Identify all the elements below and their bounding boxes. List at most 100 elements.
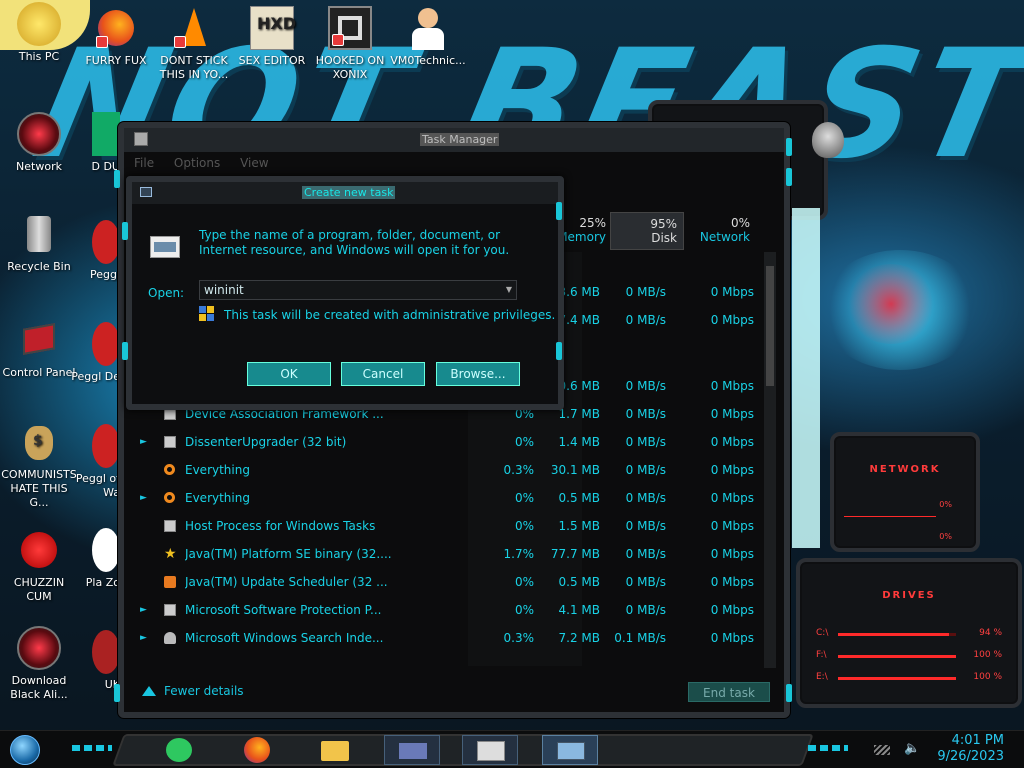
desktop-icon-partial-d[interactable]: D DU — [70, 112, 120, 174]
taskbar-run-dialog[interactable] — [542, 735, 598, 765]
drive-usage-bar — [838, 655, 956, 658]
row-network: 0 Mbps — [710, 631, 754, 645]
taskbar-window-1[interactable] — [384, 735, 440, 765]
expand-arrow-icon[interactable]: ► — [140, 596, 147, 624]
desktop-icon-partial-peggle-3[interactable]: Peggl of Wa — [70, 424, 120, 500]
search-indexer-icon — [164, 632, 176, 644]
process-list-scrollbar[interactable] — [764, 252, 776, 668]
desktop-icon-download-black[interactable]: Download Black Ali... — [1, 626, 77, 702]
partial-app-icon — [92, 112, 120, 156]
network-graph-line — [844, 516, 936, 517]
desktop-icon-partial-plants[interactable]: Pla Zo — [70, 528, 120, 590]
table-row[interactable]: ★ Java(TM) Platform SE binary (32.... 1.… — [134, 540, 770, 568]
row-name: Microsoft Windows Search Inde... — [185, 631, 384, 645]
menu-options[interactable]: Options — [174, 156, 220, 170]
drive-letter: F:\ — [816, 650, 827, 660]
frame-accent — [556, 202, 562, 220]
table-row[interactable]: ► Microsoft Windows Search Inde... 0.3% … — [134, 624, 770, 652]
desktop-icon-sex-editor[interactable]: HXD SEX EDITOR — [234, 6, 310, 68]
table-row[interactable]: Everything 0.3% 30.1 MB 0 MB/s 0 Mbps — [134, 456, 770, 484]
column-header-network[interactable]: 0% Network — [686, 212, 756, 244]
row-memory: 4.1 MB — [558, 603, 600, 617]
table-row[interactable]: ► Everything 0% 0.5 MB 0 MB/s 0 Mbps — [134, 484, 770, 512]
desktop-icon-communists[interactable]: $ COMMUNISTS HATE THIS G... — [1, 420, 77, 510]
expand-arrow-icon[interactable]: ► — [140, 484, 147, 512]
desktop-icon-this-pc[interactable]: This PC — [1, 2, 77, 64]
expand-arrow-icon[interactable]: ► — [140, 428, 147, 456]
this-pc-icon — [17, 2, 61, 46]
row-network: 0 Mbps — [710, 379, 754, 393]
column-header-disk[interactable]: 95% Disk — [610, 212, 684, 250]
desktop-icon-label: VM0Technic... — [390, 54, 466, 67]
run-window-icon — [557, 742, 585, 760]
row-cpu: 0.3% — [503, 463, 535, 477]
row-disk: 0 MB/s — [625, 285, 666, 299]
firefox-icon — [94, 6, 138, 50]
desktop-icon-hooked-on-xonix[interactable]: HOOKED ON XONIX — [312, 6, 388, 82]
task-manager-title: Task Manager — [420, 133, 500, 146]
desktop-icon-partial-peggle-2[interactable]: Peggl De — [70, 322, 120, 384]
row-cpu: 0% — [514, 519, 534, 533]
start-button[interactable] — [10, 735, 40, 765]
frame-accent — [122, 342, 128, 360]
disk-label: Disk — [651, 231, 677, 245]
drives-gadget-title: DRIVES — [882, 590, 936, 601]
taskbar-accent — [808, 745, 848, 751]
table-row[interactable]: Java(TM) Update Scheduler (32 ... 0% 0.5… — [134, 568, 770, 596]
desktop-icon-dont-stick[interactable]: DONT STICK THIS IN YO... — [156, 6, 232, 82]
dialog-titlebar[interactable]: Create new task — [132, 182, 558, 204]
table-row[interactable]: ► DissenterUpgrader (32 bit) 0% 1.4 MB 0… — [134, 428, 770, 456]
desktop-icon-label: Pla Zo — [85, 576, 120, 589]
desktop-icon-label: SEX EDITOR — [238, 54, 306, 67]
java-star-icon: ★ — [164, 546, 177, 562]
menu-view[interactable]: View — [240, 156, 268, 170]
expand-arrow-icon[interactable]: ► — [140, 624, 147, 652]
end-task-button[interactable]: End task — [688, 682, 770, 702]
tray-grip-icon[interactable] — [874, 745, 890, 755]
desktop-icon-network[interactable]: Network — [1, 112, 77, 174]
drive-row-f: F:\ 100 % — [816, 650, 1002, 664]
row-memory: 7.4 MB — [558, 313, 600, 327]
taskbar-file-explorer[interactable] — [318, 735, 352, 765]
ok-button[interactable]: OK — [247, 362, 331, 386]
row-memory: 0.5 MB — [558, 491, 600, 505]
speaker-icon[interactable]: 🔈 — [904, 741, 920, 757]
row-disk: 0 MB/s — [625, 603, 666, 617]
desktop-icon-chuzzin[interactable]: CHUZZIN CUM — [1, 528, 77, 604]
desktop-icon-control-panel[interactable]: Control Panel — [1, 318, 77, 380]
menu-file[interactable]: File — [134, 156, 154, 170]
desktop-icon-recycle-bin[interactable]: Recycle Bin — [1, 212, 77, 274]
desktop-icon-furry-fux[interactable]: FURRY FUX — [78, 6, 154, 68]
row-network: 0 Mbps — [710, 407, 754, 421]
partial-app-icon — [92, 630, 120, 674]
cancel-button[interactable]: Cancel — [341, 362, 425, 386]
money-bag-icon: $ — [17, 420, 61, 464]
network-percent: 0% — [730, 216, 750, 230]
desktop-icon-partial-peggle-1[interactable]: Peggl — [70, 220, 120, 282]
window-app-icon — [164, 520, 176, 532]
table-row[interactable]: Host Process for Windows Tasks 0% 1.5 MB… — [134, 512, 770, 540]
desktop-icon-vm0technic[interactable]: VM0Technic... — [390, 6, 466, 68]
desktop-icon-label: D DU — [91, 160, 121, 173]
table-row[interactable]: ► Microsoft Software Protection P... 0% … — [134, 596, 770, 624]
scrollbar-thumb[interactable] — [766, 266, 774, 386]
open-input[interactable] — [199, 280, 517, 300]
chevron-down-icon[interactable]: ▼ — [502, 281, 516, 299]
browse-button[interactable]: Browse... — [436, 362, 520, 386]
drives-gadget: DRIVES C:\ 94 % F:\ 100 % E:\ 100 % — [796, 558, 1022, 708]
desktop-icon-partial-uk[interactable]: UK — [70, 630, 120, 692]
row-memory: 3.6 MB — [558, 285, 600, 299]
peggle-icon — [92, 424, 120, 468]
open-label: Open: — [148, 286, 185, 300]
alien-network-icon — [17, 112, 61, 156]
task-manager-titlebar[interactable]: Task Manager — [124, 128, 784, 152]
background-window-strip — [792, 208, 820, 548]
taskbar-firefox[interactable] — [240, 735, 274, 765]
row-network: 0 Mbps — [710, 463, 754, 477]
row-name: Microsoft Software Protection P... — [185, 603, 382, 617]
taskbar-clock[interactable]: 4:01 PM 9/26/2023 — [937, 733, 1004, 765]
taskbar-task-manager[interactable] — [462, 735, 518, 765]
magnifier-icon — [164, 464, 175, 475]
fewer-details-button[interactable]: Fewer details — [142, 684, 244, 698]
taskbar-notes-app[interactable] — [162, 735, 196, 765]
